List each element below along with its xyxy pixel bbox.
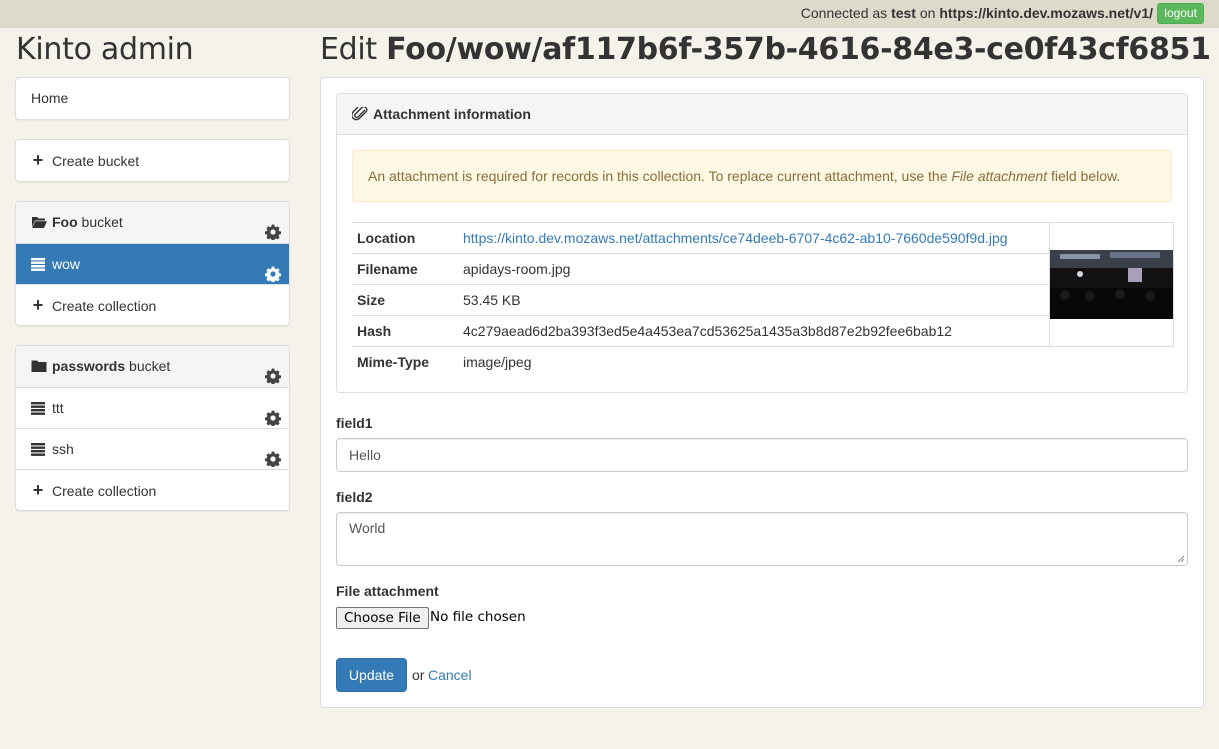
list-icon <box>31 431 47 471</box>
attachment-panel: Attachment information An attachment is … <box>336 93 1188 393</box>
bucket-suffix: bucket <box>129 358 171 374</box>
table-row: Mime-Type image/jpeg <box>352 346 1174 378</box>
home-panel: Home <box>15 77 290 120</box>
collection-label: ttt <box>52 400 64 416</box>
plus-icon: + <box>32 295 44 315</box>
field2-value: World <box>349 520 386 536</box>
page-title-prefix: Edit <box>320 32 377 67</box>
attachment-location-link[interactable]: https://kinto.dev.mozaws.net/attachments… <box>463 230 1008 246</box>
info-value: 4c279aead6d2ba393f3ed5e4a453ea7cd53625a1… <box>458 315 1050 347</box>
attachment-header-label: Attachment information <box>373 106 531 122</box>
bucket-suffix: bucket <box>81 214 123 230</box>
server-url: https://kinto.dev.mozaws.net/v1/ <box>939 5 1153 21</box>
field2-label: field2 <box>336 489 373 505</box>
sidebar-item-collection-ssh[interactable]: ssh <box>16 428 289 469</box>
plus-icon: + <box>32 480 44 500</box>
page-title: Edit Foo/wow/af117b6f-357b-4616-84e3-ce0… <box>320 32 1211 67</box>
file-attachment-label: File attachment <box>336 583 439 599</box>
create-collection-link[interactable]: + Create collection <box>16 469 289 510</box>
info-key: Mime-Type <box>352 346 458 378</box>
list-icon <box>31 390 47 430</box>
connected-on: on <box>919 5 936 21</box>
bucket-name: Foo <box>52 214 78 230</box>
create-bucket-panel: + Create bucket <box>15 139 290 182</box>
field1-label: field1 <box>336 415 373 431</box>
choose-file-button[interactable]: Choose File <box>336 607 429 629</box>
alert-text-before: An attachment is required for records in… <box>368 168 948 184</box>
info-value: image/jpeg <box>458 346 1050 378</box>
page-title-path: Foo/wow/af117b6f-357b-4616-84e3-ce0f43cf… <box>386 32 1211 67</box>
info-value: 53.45 KB <box>458 284 1050 316</box>
bucket-panel-passwords: passwords bucket ttt ssh + Create collect… <box>15 345 290 511</box>
gear-icon[interactable] <box>264 401 282 427</box>
attachment-info-table: Location https://kinto.dev.mozaws.net/at… <box>352 222 1174 378</box>
gear-icon[interactable] <box>264 215 282 241</box>
attachment-warning-alert: An attachment is required for records in… <box>352 150 1172 202</box>
create-bucket-label: Create bucket <box>52 153 140 169</box>
field1-input[interactable]: Hello <box>336 438 1188 472</box>
attachment-thumbnail[interactable] <box>1050 250 1173 319</box>
info-key: Filename <box>352 253 458 285</box>
gear-icon[interactable] <box>264 359 282 385</box>
create-bucket-link[interactable]: + Create bucket <box>16 140 289 181</box>
sidebar-item-label: Home <box>31 90 69 106</box>
plus-icon: + <box>32 150 44 170</box>
update-button[interactable]: Update <box>336 658 407 692</box>
create-collection-link[interactable]: + Create collection <box>16 284 289 325</box>
resize-grip-icon[interactable] <box>1177 555 1185 563</box>
bucket-header-foo[interactable]: Foo bucket <box>16 202 289 243</box>
app-title: Kinto admin <box>16 32 194 67</box>
field2-textarea[interactable]: World <box>336 512 1188 566</box>
bucket-panel-foo: Foo bucket wow + Create collection <box>15 201 290 326</box>
create-collection-label: Create collection <box>52 483 157 499</box>
folder-open-icon <box>31 204 47 244</box>
info-key: Location <box>352 222 458 254</box>
bucket-header-passwords[interactable]: passwords bucket <box>16 346 289 387</box>
or-text: or <box>412 667 425 683</box>
attachment-header: Attachment information <box>337 94 1187 135</box>
paperclip-icon <box>351 96 368 136</box>
info-value: apidays-room.jpg <box>458 253 1050 285</box>
no-file-text: No file chosen <box>430 609 526 625</box>
sidebar-item-home[interactable]: Home <box>16 78 289 119</box>
record-edit-panel: Attachment information An attachment is … <box>320 77 1204 708</box>
top-bar: Connected as test on https://kinto.dev.m… <box>0 0 1219 28</box>
collection-label: ssh <box>52 441 74 457</box>
connected-user: test <box>891 5 916 21</box>
alert-text-after: field below. <box>1050 168 1121 184</box>
logout-button[interactable]: logout <box>1157 3 1204 24</box>
gear-icon[interactable] <box>264 442 282 468</box>
create-collection-label: Create collection <box>52 298 157 314</box>
bucket-name: passwords <box>52 358 126 374</box>
collection-label: wow <box>52 256 81 272</box>
list-icon <box>31 246 47 286</box>
connected-prefix: Connected as <box>800 5 888 21</box>
sidebar-item-collection-ttt[interactable]: ttt <box>16 387 289 428</box>
connection-status: Connected as test on https://kinto.dev.m… <box>801 5 1153 21</box>
thumbnail-cell <box>1049 222 1174 347</box>
info-key: Size <box>352 284 458 316</box>
cancel-link[interactable]: Cancel <box>428 667 472 683</box>
sidebar-item-collection-wow[interactable]: wow <box>16 243 289 284</box>
gear-icon[interactable] <box>264 257 282 283</box>
table-row: Location https://kinto.dev.mozaws.net/at… <box>352 222 1174 347</box>
info-key: Hash <box>352 315 458 347</box>
alert-text-em: File attachment <box>951 168 1048 184</box>
folder-icon <box>31 348 47 388</box>
